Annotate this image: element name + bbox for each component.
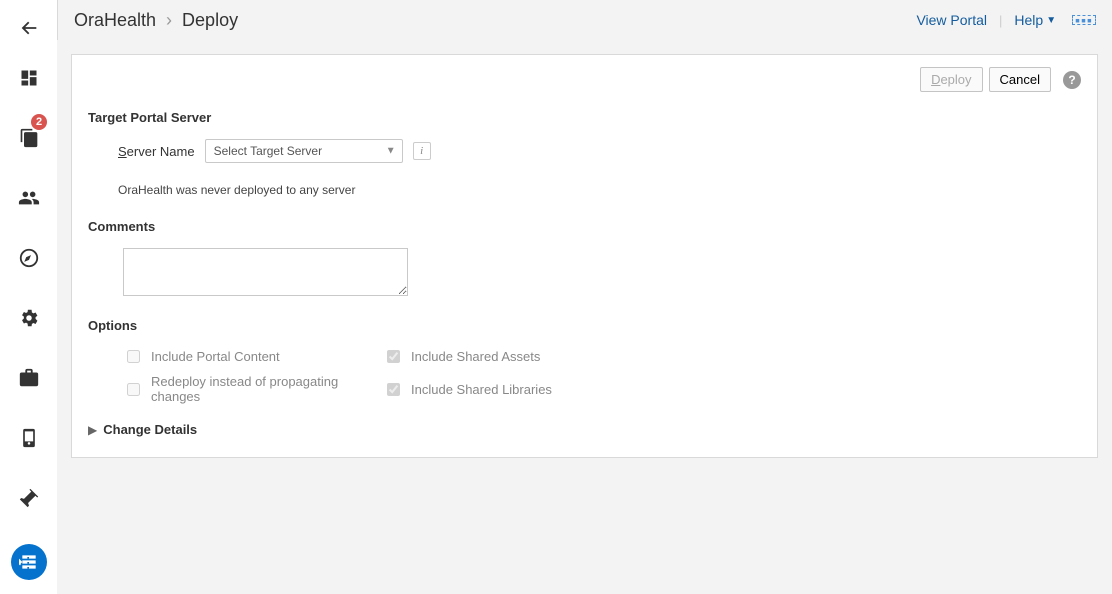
view-portal-link[interactable]: View Portal bbox=[916, 12, 987, 28]
sidebar-item-device[interactable] bbox=[0, 408, 57, 468]
caret-down-icon: ▼ bbox=[1046, 15, 1056, 26]
options-section-title: Options bbox=[88, 318, 1081, 333]
breadcrumb: OraHealth › Deploy bbox=[74, 10, 238, 31]
breadcrumb-portal[interactable]: OraHealth bbox=[74, 10, 156, 31]
deploy-fab[interactable] bbox=[11, 544, 47, 580]
gear-icon bbox=[18, 307, 40, 329]
deploy-status-message: OraHealth was never deployed to any serv… bbox=[118, 183, 1081, 197]
chevron-right-icon: › bbox=[166, 10, 172, 31]
include-portal-content-label: Include Portal Content bbox=[151, 349, 280, 364]
redeploy-checkbox[interactable] bbox=[127, 383, 140, 396]
hammer-icon bbox=[18, 487, 40, 509]
include-shared-assets-label: Include Shared Assets bbox=[411, 349, 540, 364]
include-portal-content-checkbox[interactable] bbox=[127, 350, 140, 363]
cancel-button[interactable]: Cancel bbox=[989, 67, 1051, 92]
caret-down-icon: ▼ bbox=[386, 146, 396, 157]
info-icon[interactable]: i bbox=[413, 142, 431, 160]
deploy-panel: Deploy Cancel ? Target Portal Server Ser… bbox=[71, 54, 1098, 458]
change-details-label: Change Details bbox=[103, 422, 197, 437]
deploy-button[interactable]: Deploy bbox=[920, 67, 982, 92]
sidebar-item-drafts[interactable]: 2 bbox=[0, 108, 57, 168]
change-details-expander[interactable]: ▶ Change Details bbox=[88, 422, 1081, 437]
sidebar-item-assets[interactable] bbox=[0, 348, 57, 408]
separator: | bbox=[999, 13, 1002, 28]
server-row: Server Name Select Target Server ▼ i bbox=[118, 139, 1081, 163]
drafts-badge: 2 bbox=[31, 114, 47, 130]
pages-icon bbox=[19, 128, 39, 148]
include-shared-libraries-option: Include Shared Libraries bbox=[383, 374, 643, 404]
sidebar-item-deploy-action[interactable] bbox=[0, 528, 57, 588]
device-icon bbox=[19, 428, 39, 448]
content-wrap: Deploy Cancel ? Target Portal Server Ser… bbox=[57, 40, 1112, 594]
include-shared-assets-option: Include Shared Assets bbox=[383, 347, 643, 366]
help-icon[interactable]: ? bbox=[1063, 71, 1081, 89]
include-shared-assets-checkbox[interactable] bbox=[387, 350, 400, 363]
briefcase-icon bbox=[18, 367, 40, 389]
arrow-left-icon bbox=[18, 17, 40, 39]
redeploy-option: Redeploy instead of propagating changes bbox=[123, 374, 383, 404]
help-label: Help bbox=[1014, 12, 1043, 28]
breadcrumb-page: Deploy bbox=[182, 10, 238, 31]
server-name-label: Server Name bbox=[118, 144, 195, 159]
header-actions: View Portal | Help ▼ ▪▪▪ bbox=[916, 12, 1096, 28]
page-header: OraHealth › Deploy View Portal | Help ▼ … bbox=[57, 0, 1112, 40]
panel-toolbar: Deploy Cancel ? bbox=[88, 67, 1081, 92]
dashboard-icon bbox=[19, 68, 39, 88]
sidebar-item-members[interactable] bbox=[0, 168, 57, 228]
include-portal-content-option: Include Portal Content bbox=[123, 347, 383, 366]
include-shared-libraries-checkbox[interactable] bbox=[387, 383, 400, 396]
sidebar-item-tools[interactable] bbox=[0, 468, 57, 528]
main-area: OraHealth › Deploy View Portal | Help ▼ … bbox=[57, 0, 1112, 594]
options-grid: Include Portal Content Include Shared As… bbox=[123, 347, 1081, 404]
help-dropdown[interactable]: Help ▼ bbox=[1014, 12, 1056, 28]
target-section-title: Target Portal Server bbox=[88, 110, 1081, 125]
deploy-server-icon bbox=[19, 552, 39, 572]
comments-textarea[interactable] bbox=[123, 248, 408, 296]
sidebar-item-settings[interactable] bbox=[0, 288, 57, 348]
triangle-right-icon: ▶ bbox=[88, 423, 97, 437]
comments-section-title: Comments bbox=[88, 219, 1081, 234]
sidebar: 2 bbox=[0, 0, 57, 594]
target-server-select[interactable]: Select Target Server ▼ bbox=[205, 139, 403, 163]
deploy-button-rest: eploy bbox=[940, 72, 971, 87]
include-shared-libraries-label: Include Shared Libraries bbox=[411, 382, 552, 397]
people-icon bbox=[18, 187, 40, 209]
back-button[interactable] bbox=[0, 8, 57, 48]
overflow-menu[interactable]: ▪▪▪ bbox=[1072, 15, 1096, 25]
redeploy-label: Redeploy instead of propagating changes bbox=[151, 374, 383, 404]
sidebar-item-explore[interactable] bbox=[0, 228, 57, 288]
sidebar-item-dashboard[interactable] bbox=[0, 48, 57, 108]
compass-icon bbox=[18, 247, 40, 269]
select-placeholder: Select Target Server bbox=[214, 144, 323, 158]
